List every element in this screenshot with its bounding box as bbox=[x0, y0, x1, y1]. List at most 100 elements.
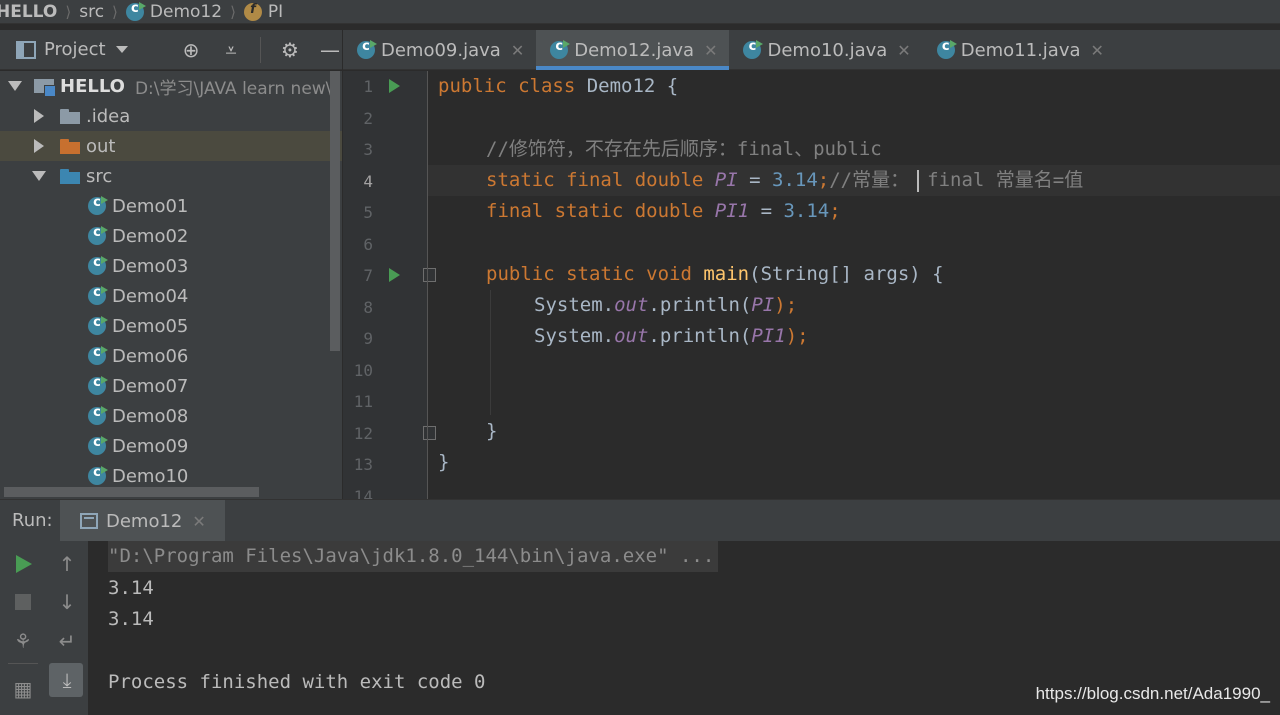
code-line-8[interactable]: System.out.println(PI); bbox=[534, 290, 797, 321]
keyword: public class bbox=[438, 75, 576, 97]
chevron-down-icon bbox=[115, 46, 128, 53]
breadcrumb-project[interactable]: HELLO bbox=[0, 0, 57, 23]
line-number: 3 bbox=[363, 140, 373, 159]
operator: = bbox=[749, 200, 784, 222]
line-number: 12 bbox=[353, 423, 373, 443]
field-name: PI1 bbox=[751, 325, 786, 347]
bug-icon[interactable]: ⚘ bbox=[11, 629, 35, 653]
line-number: 13 bbox=[353, 455, 373, 474]
tree-item-idea[interactable]: .idea bbox=[0, 101, 342, 131]
toolbar-divider bbox=[260, 37, 261, 63]
project-view-selector[interactable]: Project bbox=[16, 39, 128, 60]
tree-root-label: HELLO bbox=[60, 75, 125, 97]
rerun-button[interactable] bbox=[12, 552, 36, 576]
breadcrumb-member[interactable]: PI bbox=[243, 0, 283, 23]
line-number: 11 bbox=[353, 392, 373, 411]
java-class-icon bbox=[743, 39, 764, 59]
code-editor[interactable]: 1 2 3 4 5 6 7 8 9 10 11 12 13 14 public class Demo12 … bbox=[343, 71, 1280, 499]
run-class-icon[interactable] bbox=[389, 79, 400, 93]
tree-item-label: Demo03 bbox=[112, 255, 189, 277]
collapse-icon[interactable]: ⩡ bbox=[220, 38, 242, 62]
layout-icon[interactable]: ▦ bbox=[11, 677, 35, 701]
tree-vertical-scrollbar[interactable] bbox=[330, 71, 340, 351]
tree-item-file[interactable]: Demo09 bbox=[0, 431, 342, 461]
breadcrumb-folder[interactable]: src bbox=[79, 0, 104, 23]
chevron-down-icon[interactable] bbox=[8, 81, 22, 91]
project-window-icon bbox=[16, 40, 36, 59]
stop-button[interactable] bbox=[11, 590, 35, 614]
tree-item-src[interactable]: src bbox=[0, 161, 342, 191]
tree-item-label: Demo08 bbox=[112, 405, 189, 427]
editor-tab[interactable]: Demo10.java ✕ bbox=[729, 30, 922, 70]
folder-icon bbox=[60, 108, 80, 124]
java-class-icon bbox=[88, 465, 108, 485]
java-class-icon bbox=[88, 435, 108, 455]
breadcrumb: HELLO ⟩ src ⟩ Demo12 ⟩ PI bbox=[0, 0, 1280, 24]
code-line-7[interactable]: public static void main(String[] args) { bbox=[486, 259, 944, 290]
tree-item-file[interactable]: Demo02 bbox=[0, 221, 342, 251]
chevron-right-icon[interactable] bbox=[34, 139, 44, 153]
scroll-down-button[interactable]: ↓ bbox=[55, 590, 79, 614]
close-icon[interactable]: ✕ bbox=[897, 41, 910, 60]
run-tab-demo12[interactable]: Demo12 ✕ bbox=[60, 500, 225, 542]
editor-gutter: 1 2 3 4 5 6 7 8 9 10 11 12 13 14 bbox=[343, 71, 436, 499]
fold-start-icon[interactable] bbox=[423, 268, 436, 282]
tree-item-file[interactable]: Demo05 bbox=[0, 311, 342, 341]
soft-wrap-icon[interactable]: ↵ bbox=[55, 629, 79, 653]
field-name: PI bbox=[714, 169, 738, 191]
line-number: 9 bbox=[363, 329, 373, 348]
editor-tab[interactable]: Demo09.java ✕ bbox=[343, 30, 536, 70]
code-line-13[interactable]: } bbox=[438, 447, 449, 478]
tree-item-file[interactable]: Demo08 bbox=[0, 401, 342, 431]
comment: //修饰符，不存在先后顺序：final、public bbox=[486, 138, 882, 160]
tree-item-label: .idea bbox=[86, 105, 131, 127]
close-icon[interactable]: ✕ bbox=[511, 41, 524, 60]
field-name: PI bbox=[751, 294, 775, 316]
editor-tabs: Demo09.java✕Demo12.java✕Demo10.java✕Demo… bbox=[343, 30, 1280, 70]
breadcrumb-file[interactable]: Demo12 bbox=[125, 0, 222, 23]
scroll-up-button[interactable]: ↑ bbox=[55, 552, 79, 576]
chevron-down-icon[interactable] bbox=[32, 171, 46, 181]
tree-item-file[interactable]: Demo07 bbox=[0, 371, 342, 401]
class-declaration: Demo12 { bbox=[575, 75, 679, 97]
run-main-icon[interactable] bbox=[389, 268, 400, 282]
tree-horizontal-scrollbar[interactable] bbox=[4, 487, 259, 497]
target-icon[interactable]: ⊕ bbox=[180, 38, 202, 62]
method-signature: (String[] args) { bbox=[749, 263, 944, 285]
tree-item-file[interactable]: Demo01 bbox=[0, 191, 342, 221]
semicolon: ; bbox=[829, 200, 841, 222]
tree-item-label: out bbox=[86, 135, 116, 157]
code-line-12[interactable]: } bbox=[486, 416, 497, 447]
code-line-5[interactable]: final static double PI1 = 3.14; bbox=[486, 196, 841, 227]
close-icon[interactable]: ✕ bbox=[1091, 41, 1104, 60]
keyword: final static double bbox=[486, 200, 704, 222]
line-number: 4 bbox=[363, 171, 373, 191]
chevron-right-icon[interactable] bbox=[34, 109, 44, 123]
gear-icon[interactable]: ⚙ bbox=[279, 38, 301, 62]
field-name: PI1 bbox=[714, 200, 750, 222]
breadcrumb-separator: ⟩ bbox=[112, 2, 118, 21]
tab-label: Demo12.java bbox=[574, 39, 695, 61]
close-icon[interactable]: ✕ bbox=[192, 512, 205, 531]
editor-tab[interactable]: Demo12.java ✕ bbox=[536, 30, 730, 70]
fold-end-icon[interactable] bbox=[423, 425, 436, 440]
tree-item-label: Demo04 bbox=[112, 285, 189, 307]
tree-item-file[interactable]: Demo03 bbox=[0, 251, 342, 281]
close-icon[interactable]: ✕ bbox=[704, 41, 717, 60]
java-class-icon bbox=[88, 375, 108, 395]
tree-item-file[interactable]: Demo04 bbox=[0, 281, 342, 311]
tree-item-label: src bbox=[86, 165, 113, 187]
tree-item-file[interactable]: Demo06 bbox=[0, 341, 342, 371]
tree-item-root[interactable]: HELLO D:\学习\JAVA learn new\ bbox=[0, 71, 342, 101]
minimize-icon[interactable]: — bbox=[319, 38, 341, 62]
code-line-1[interactable]: public class Demo12 { bbox=[438, 71, 678, 102]
code-line-4[interactable]: static final double PI = 3.14;//常量： final… bbox=[486, 165, 1083, 196]
source-folder-icon bbox=[60, 168, 80, 184]
scroll-to-end-icon: ⤓ bbox=[62, 668, 72, 692]
code-line-9[interactable]: System.out.println(PI1); bbox=[534, 321, 809, 352]
editor-tab[interactable]: Demo11.java ✕ bbox=[923, 30, 1116, 70]
tree-item-out[interactable]: out bbox=[0, 131, 342, 161]
stop-icon bbox=[15, 594, 31, 610]
number-literal: 3.14 bbox=[772, 169, 818, 191]
code-line-3[interactable]: //修饰符，不存在先后顺序：final、public bbox=[486, 134, 882, 165]
